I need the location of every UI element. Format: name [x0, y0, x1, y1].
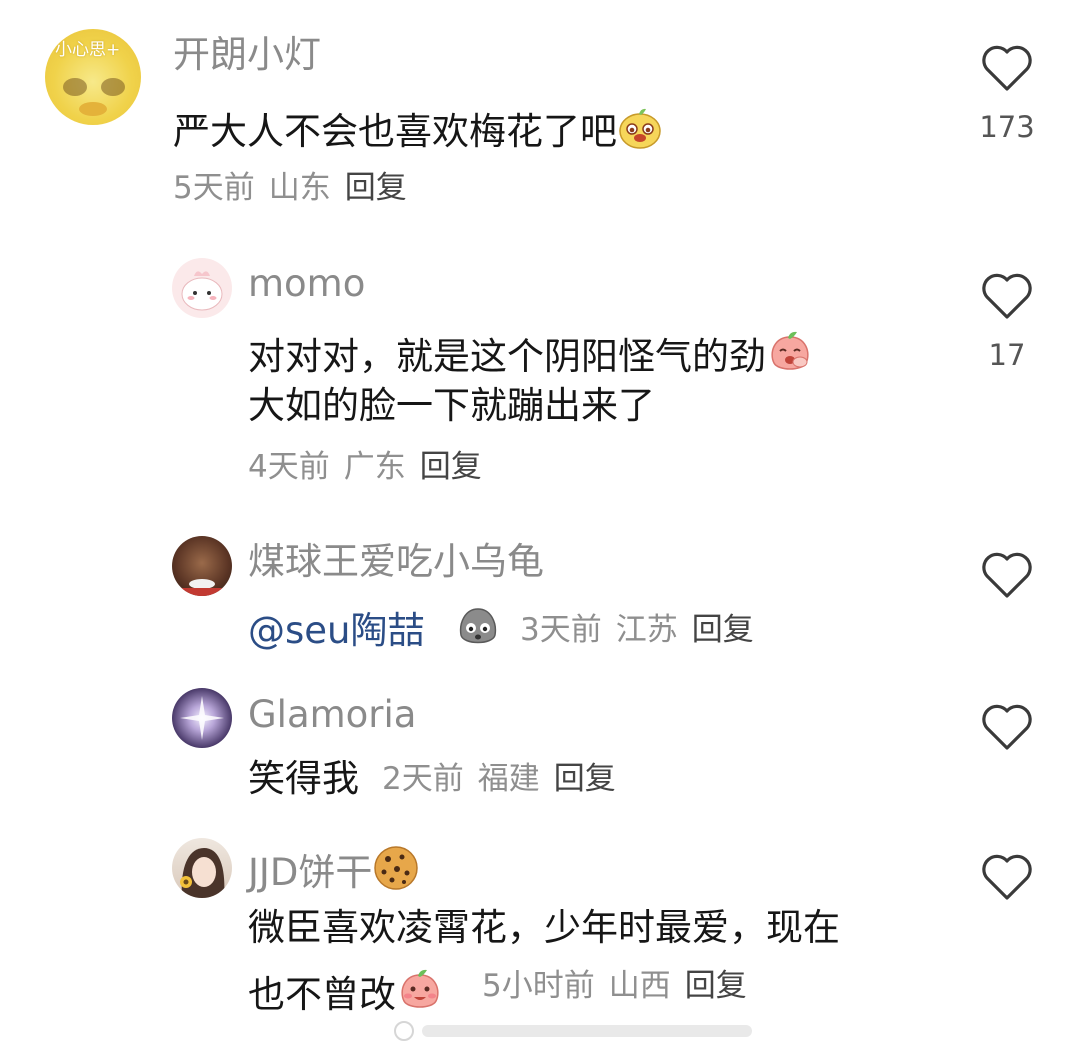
like-count: 173 [979, 110, 1035, 144]
like-button[interactable] [979, 271, 1035, 321]
heart-icon [982, 552, 1032, 598]
comment-text: 笑得我 [248, 757, 359, 800]
comment-text-content: 对对对，就是这个阴阳怪气的劲 [248, 335, 766, 378]
comment-meta: 2天前 福建 回复 [382, 764, 630, 795]
heart-icon [982, 273, 1032, 319]
reply-button[interactable]: 回复 [345, 170, 407, 206]
reply-button[interactable]: 回复 [685, 968, 747, 1004]
comment-text-content: 也不曾改 [248, 973, 396, 1016]
like-button[interactable] [979, 43, 1035, 93]
cookie-emoji-icon [372, 845, 420, 897]
username-text: JJD饼干 [248, 851, 373, 894]
light-burst-avatar-image [180, 696, 224, 740]
mention-link[interactable]: @seu陶喆 [248, 609, 425, 652]
heart-icon [982, 704, 1032, 750]
child-avatar-image [172, 579, 232, 596]
avatar[interactable]: 小心思+ [45, 29, 141, 125]
reply-button[interactable]: 回复 [554, 761, 616, 797]
like-button[interactable] [979, 852, 1035, 902]
username[interactable]: 煤球王爱吃小乌龟 [248, 543, 544, 580]
comment-meta: 3天前 江苏 回复 [520, 615, 768, 646]
comment-location: 江苏 [615, 612, 678, 648]
avatar[interactable] [172, 536, 232, 596]
watermark [392, 1019, 772, 1043]
comment-location: 山西 [608, 968, 671, 1004]
reply-button[interactable]: 回复 [420, 449, 482, 485]
avatar-text: 小心思+ [55, 40, 121, 60]
comment-time: 2天前 [382, 761, 464, 797]
bunny-avatar-image [181, 271, 223, 311]
comment-time: 5天前 [173, 170, 255, 206]
heart-icon [982, 45, 1032, 91]
comment-text-content: 严大人不会也喜欢梅花了吧 [173, 110, 617, 153]
comment-text: @seu陶喆 [248, 612, 425, 649]
comment-meta: 5天前 山东 回复 [173, 173, 421, 204]
comment-meta: 4天前 广东 回复 [248, 452, 496, 483]
comment-meta: 5小时前 山西 回复 [482, 971, 761, 1002]
reply-button[interactable]: 回复 [692, 612, 754, 648]
comment-text-line: 微臣喜欢凌霄花，少年时最爱，现在 [248, 906, 840, 949]
comment-location: 福建 [477, 761, 540, 797]
username[interactable]: momo [248, 265, 365, 302]
comment-text: 严大人不会也喜欢梅花了吧 [173, 106, 663, 156]
comment-time: 5小时前 [482, 968, 595, 1004]
heart-icon [982, 854, 1032, 900]
peach-emoji-icon [766, 329, 814, 381]
comment-location: 广东 [343, 449, 406, 485]
like-button[interactable] [979, 550, 1035, 600]
avatar[interactable] [172, 838, 232, 898]
avatar[interactable] [172, 688, 232, 748]
duck-emoji-icon [617, 106, 663, 156]
comment-time: 4天前 [248, 449, 330, 485]
comment-text-line: 大如的脸一下就蹦出来了 [248, 384, 655, 427]
username[interactable]: Glamoria [248, 696, 416, 733]
comment-text-line: 也不曾改 [248, 967, 444, 1019]
avatar[interactable] [172, 258, 232, 318]
like-button[interactable] [979, 702, 1035, 752]
peach-emoji-icon [396, 967, 444, 1019]
like-count: 17 [988, 338, 1026, 372]
comment-location: 山东 [268, 170, 331, 206]
comment-text-line: 对对对，就是这个阴阳怪气的劲 [248, 329, 814, 381]
username[interactable]: JJD饼干 [248, 845, 420, 897]
gray-blob-emoji-icon [455, 603, 501, 653]
girl-avatar-image [180, 848, 225, 898]
username[interactable]: 开朗小灯 [173, 36, 321, 73]
comment-time: 3天前 [520, 612, 602, 648]
